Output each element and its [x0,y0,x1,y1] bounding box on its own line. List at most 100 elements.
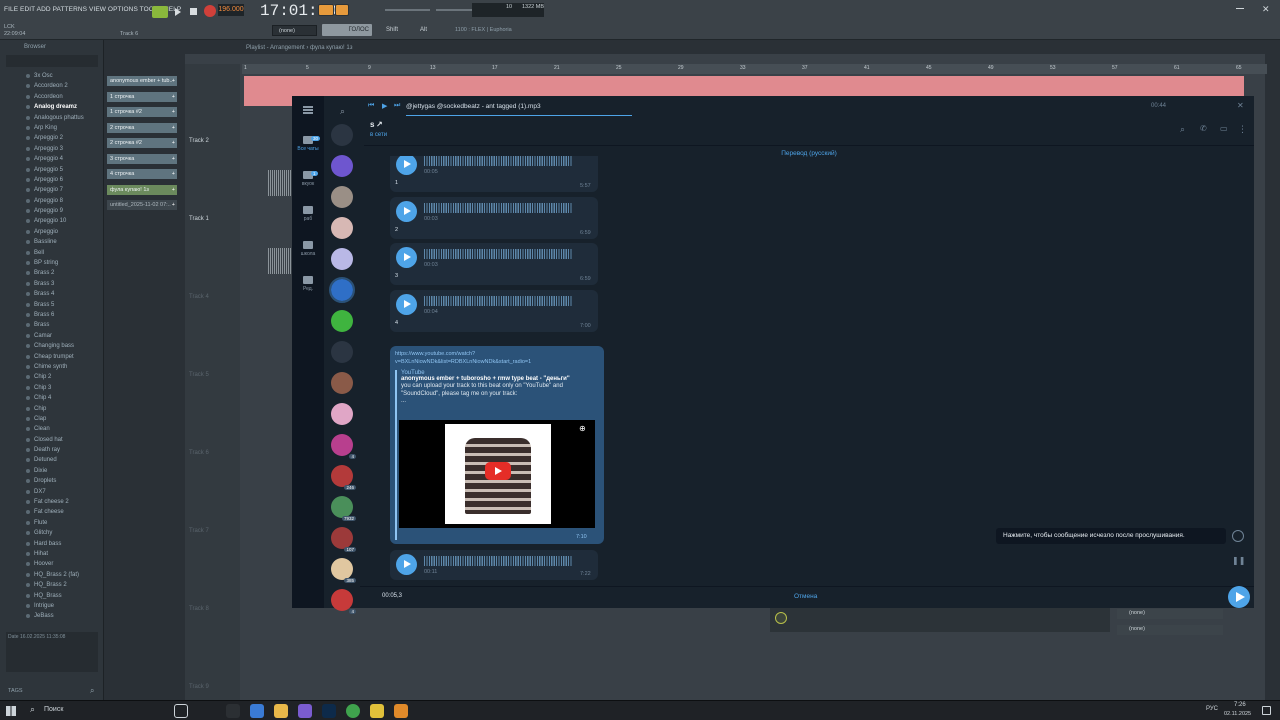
start-icon[interactable] [6,706,16,716]
cancel-button[interactable]: Отмена [794,593,817,600]
send-button[interactable] [1228,586,1250,608]
browser-item[interactable]: Arpeggio 10 [0,216,104,226]
browser-item[interactable]: Analogous phattus [0,113,104,123]
browser-tags[interactable]: TAGS [8,688,23,694]
lang-indicator[interactable]: РУС [1206,706,1218,712]
pattern-select[interactable]: (none) [272,25,317,36]
window-min-icon[interactable] [1236,8,1244,9]
browser-item[interactable]: Brass [0,320,104,330]
chat-avatar[interactable] [331,310,353,332]
voice-waveform[interactable] [424,202,572,213]
browser-item[interactable]: Chip 4 [0,393,104,403]
track-label[interactable]: Track 7 [189,528,209,534]
browser-item[interactable]: Glitchy [0,528,104,538]
browser-item[interactable]: Clap [0,414,104,424]
notification-icon[interactable] [1262,706,1271,715]
browser-item[interactable]: HQ_Brass 2 [0,580,104,590]
chat-avatar[interactable]: 246 [331,465,356,490]
browser-item[interactable]: Analog dreamz [0,102,104,112]
track-label[interactable]: Track 1 [189,216,209,222]
play-button[interactable] [172,6,184,18]
pattern-item[interactable]: untitled_2025-11-02 07:.. [107,200,177,210]
browser-item[interactable]: Hihat [0,549,104,559]
chat-avatar[interactable]: 4 [331,589,356,614]
countdown-button[interactable] [335,4,349,16]
prev-track-icon[interactable]: ⏮ [368,102,374,110]
pattern-item[interactable]: 4 строчка [107,169,177,179]
folder-item[interactable]: школа [292,241,324,272]
browser-item[interactable]: Changing bass [0,341,104,351]
folder-item[interactable]: Ред. [292,276,324,307]
more-icon[interactable]: ⋮ [1238,124,1247,135]
browser-item[interactable]: Dixie [0,466,104,476]
browser-item[interactable]: HQ_Brass [0,591,104,601]
app-icon-3[interactable] [298,704,312,718]
metronome-button[interactable] [318,4,334,16]
app-icon-4[interactable] [370,704,384,718]
voice-play-button[interactable] [396,200,417,222]
chat-avatar[interactable] [331,403,353,425]
voice-waveform[interactable] [424,156,572,166]
youtube-play-icon[interactable] [485,462,511,480]
search-icon[interactable]: ⌕ [340,106,345,117]
pattern-item[interactable]: 1 строчка #2 [107,107,177,117]
photoshop-icon[interactable] [322,704,336,718]
voice-play-button[interactable] [396,156,417,175]
pattern-item[interactable]: фула купаю! 1з [107,184,177,195]
pattern-item[interactable]: 2 строчка #2 [107,138,177,148]
browser-item[interactable]: Flute [0,518,104,528]
link-preview[interactable]: YouTube anonymous ember + tuborosho + rm… [395,370,597,540]
browser-item[interactable]: Chip 3 [0,383,104,393]
voice-waveform[interactable] [424,249,572,259]
browser-item[interactable]: Droplets [0,476,104,486]
track-label[interactable]: Track 5 [189,372,209,378]
menu-icon[interactable] [303,106,313,108]
browser-item[interactable]: Accordeon 2 [0,81,104,91]
browser-item[interactable]: DX7 [0,487,104,497]
app-icon-1[interactable] [226,704,240,718]
timer-icon[interactable] [1232,530,1244,542]
folder-item[interactable]: Все чаты 30 [292,136,324,167]
pattern-item[interactable]: anonymous ember + tub.. [107,76,177,86]
chat-avatar[interactable] [331,186,353,208]
voice-play-button[interactable] [396,247,417,268]
browser-item[interactable]: Chime synth [0,362,104,372]
chrome-icon[interactable] [346,704,360,718]
browser-item[interactable]: Clean [0,424,104,434]
chat-avatar[interactable] [331,248,353,270]
browser-item[interactable]: Arpeggio 6 [0,175,104,185]
track-label[interactable]: Track 4 [189,294,209,300]
audio-clip-small-2[interactable] [268,248,292,274]
folder-item[interactable]: раб [292,206,324,237]
browser-item[interactable]: Arpeggio 7 [0,185,104,195]
folder-item[interactable]: вкуок 1 [292,171,324,202]
chat-avatar[interactable] [331,372,353,394]
chat-avatar[interactable] [331,341,353,363]
browser-item[interactable]: Arpeggio 5 [0,165,104,175]
next-track-icon[interactable]: ⏭ [394,102,400,110]
voice-waveform[interactable] [424,295,572,306]
clock-date[interactable]: 02.11.2025 [1224,711,1251,717]
pattern-item[interactable]: 2 строчка [107,122,177,133]
browser-item[interactable]: Arpeggio [0,227,104,237]
link-url[interactable]: https://www.youtube.com/watch?v=BXLnNiow… [395,350,565,366]
tempo-display[interactable]: 196.000 [218,4,244,16]
record-button[interactable] [204,5,216,17]
window-close-icon[interactable]: ✕ [1262,4,1270,15]
folder-icon[interactable] [274,704,288,718]
browser-item[interactable]: Death ray [0,445,104,455]
chat-avatar[interactable] [331,124,353,146]
knob-left[interactable] [775,612,787,624]
browser-item[interactable]: Fat cheese 2 [0,497,104,507]
audio-clip-small-1[interactable] [268,170,292,196]
stop-button[interactable] [188,6,200,18]
time-ruler[interactable]: 1 5 9 13 17 21 25 29 33 37 41 45 49 53 57 61 65 [242,64,1267,74]
browser-item[interactable]: Brass 4 [0,289,104,299]
call-icon[interactable]: ✆ [1200,124,1207,133]
voice-play-button[interactable] [396,293,417,315]
browser-item[interactable]: Arpeggio 4 [0,154,104,164]
shift-button[interactable]: Shift [386,27,398,33]
browser-item[interactable]: Intrigue [0,601,104,611]
chat-avatar[interactable]: 385 [331,558,356,583]
browser-item[interactable]: 3x Osc [0,71,104,81]
